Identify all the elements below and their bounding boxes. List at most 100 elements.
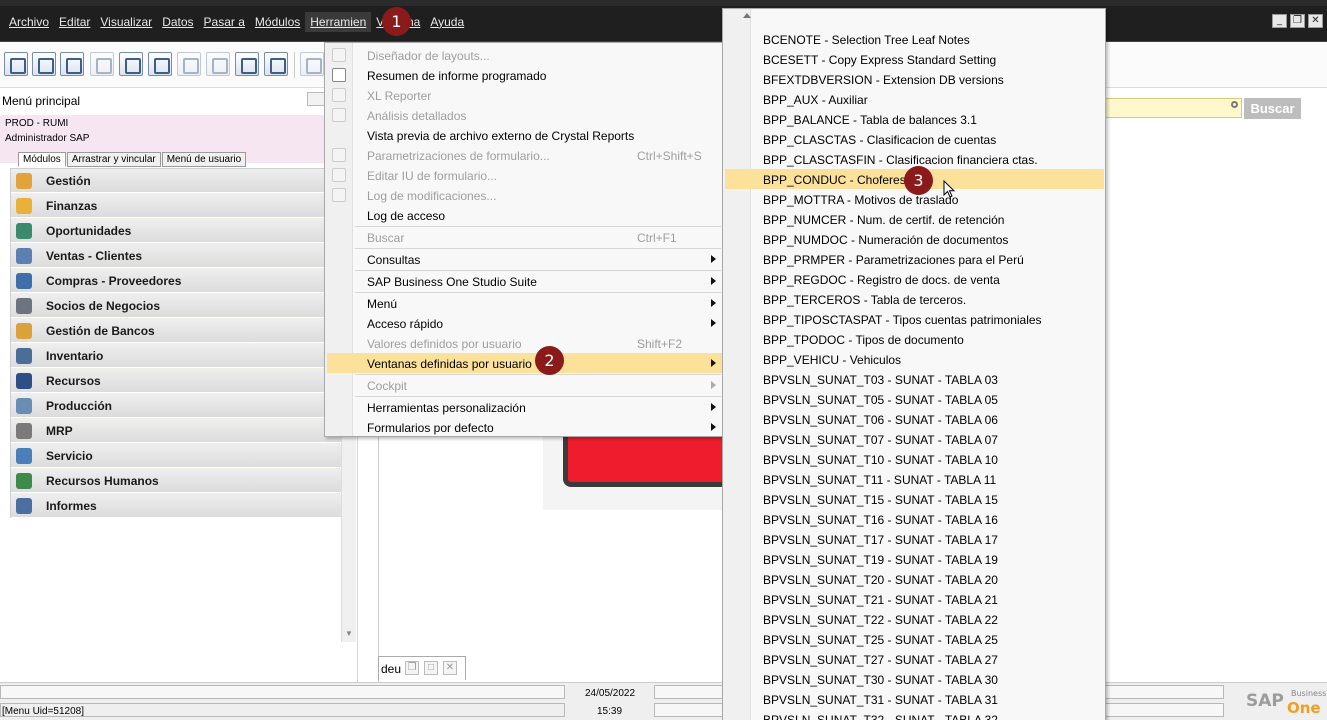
tools-menu-item[interactable]: Valores definidos por usuario Shift+F2 [327,333,722,353]
module-item[interactable]: Compras - Proveedores [11,269,341,293]
tab-drag-link[interactable]: Arrastrar y vincular [66,152,161,167]
email-icon[interactable] [60,52,84,76]
user-window-item[interactable]: BPVSLN_SUNAT_T31 - SUNAT - TABLA 31 [725,689,1104,709]
tools-menu-item[interactable]: XL Reporter [327,85,722,105]
move-icon[interactable] [235,52,259,76]
user-window-item[interactable]: BPVSLN_SUNAT_T06 - SUNAT - TABLA 06 [725,409,1104,429]
tab-user-menu[interactable]: Menú de usuario [161,152,247,167]
user-window-item[interactable]: BPVSLN_SUNAT_T03 - SUNAT - TABLA 03 [725,369,1104,389]
tools-menu-item[interactable]: Resumen de informe programado [327,65,722,85]
tools-menu-item[interactable]: Vista previa de archivo externo de Cryst… [327,125,722,145]
user-window-item[interactable]: BPP_PRMPER - Parametrizaciones para el P… [725,249,1104,269]
user-window-item[interactable]: BCENOTE - Selection Tree Leaf Notes [725,29,1104,49]
tools-menu-item[interactable]: Buscar Ctrl+F1 [327,227,722,247]
restore-icon[interactable]: ❐ [405,661,419,675]
module-item[interactable]: MRP [11,419,341,443]
print-preview-icon[interactable] [4,52,28,76]
menu-item-m-dulos[interactable]: Módulos [250,12,305,32]
tools-menu-item[interactable]: Diseñador de layouts... [327,45,722,65]
user-window-item[interactable]: BPP_CLASCTAS - Clasificacion de cuentas [725,129,1104,149]
menu-item-herramien[interactable]: Herramien [305,12,372,32]
tab-modulos[interactable]: Módulos [18,152,66,167]
module-item[interactable]: Oportunidades [11,219,341,243]
module-item[interactable]: Informes [11,494,341,518]
module-item[interactable]: Recursos [11,369,341,393]
minimize-button[interactable]: _ [1272,14,1287,28]
tools-menu-item[interactable]: Log de modificaciones... [327,185,722,205]
pdf-icon[interactable] [206,52,230,76]
menu-item-pasar-a[interactable]: Pasar a [199,12,250,32]
user-window-item[interactable]: BPP_NUMDOC - Numeración de documentos [725,229,1104,249]
excel-icon[interactable] [148,52,172,76]
lock-icon[interactable] [264,52,288,76]
status-bar: [Menu Uid=51208] 24/05/2022 15:39 SAP Bus… [0,682,1327,720]
menu-item-datos[interactable]: Datos [157,12,198,32]
scroll-down-icon[interactable]: ▼ [345,629,353,638]
module-item[interactable]: Gestión de Bancos [11,319,341,343]
user-window-item[interactable]: BPVSLN_SUNAT_T19 - SUNAT - TABLA 19 [725,549,1104,569]
search-button[interactable]: Buscar [1244,98,1301,119]
tools-menu-item[interactable]: Herramientas personalización [327,397,722,417]
module-item[interactable]: Producción [11,394,341,418]
module-item[interactable]: Inventario [11,344,341,368]
close-icon[interactable]: ✕ [443,661,457,675]
tools-menu-item[interactable]: Cockpit [327,375,722,395]
menu-item-editar[interactable]: Editar [54,12,95,32]
user-window-item[interactable]: BPP_NUMCER - Num. de certif. de retenció… [725,209,1104,229]
word-icon[interactable] [177,52,201,76]
user-window-item[interactable]: BPVSLN_SUNAT_T17 - SUNAT - TABLA 17 [725,529,1104,549]
tools-menu-item[interactable]: Análisis detallados [327,105,722,125]
user-window-item[interactable]: BPVSLN_SUNAT_T16 - SUNAT - TABLA 16 [725,509,1104,529]
user-window-item[interactable]: BPVSLN_SUNAT_T25 - SUNAT - TABLA 25 [725,629,1104,649]
user-window-item[interactable]: BPVSLN_SUNAT_T11 - SUNAT - TABLA 11 [725,469,1104,489]
search-input[interactable] [1104,98,1242,118]
tools-menu-item[interactable]: Editar IU de formulario... [327,165,722,185]
user-window-item[interactable]: BPP_TIPOSCTASPAT - Tipos cuentas patrimo… [725,309,1104,329]
module-item[interactable]: Ventas - Clientes [11,244,341,268]
window-tab[interactable]: deu ❐ □ ✕ [378,656,466,680]
user-window-item[interactable]: BPVSLN_SUNAT_T15 - SUNAT - TABLA 15 [725,489,1104,509]
print-icon[interactable] [32,52,56,76]
user-window-item[interactable]: BPVSLN_SUNAT_T30 - SUNAT - TABLA 30 [725,669,1104,689]
tools-menu-item[interactable]: SAP Business One Studio Suite [327,271,722,291]
user-window-item[interactable]: BPVSLN_SUNAT_T20 - SUNAT - TABLA 20 [725,569,1104,589]
user-window-item[interactable]: BPP_TERCEROS - Tabla de terceros. [725,289,1104,309]
user-window-item[interactable]: BPP_VEHICU - Vehiculos [725,349,1104,369]
user-window-item[interactable]: BFEXTDBVERSION - Extension DB versions [725,69,1104,89]
user-window-item[interactable]: BCESETT - Copy Express Standard Setting [725,49,1104,69]
close-button[interactable]: ✕ [1308,14,1323,28]
tools-menu-item[interactable]: Acceso rápido [327,313,722,333]
tools-menu-item[interactable]: Log de acceso [327,205,722,225]
tools-menu-item[interactable]: Parametrizaciones de formulario... Ctrl+S… [327,145,722,165]
menu-item-ayuda[interactable]: Ayuda [425,12,469,32]
fax-icon[interactable] [119,52,143,76]
user-window-item[interactable]: BPVSLN_SUNAT_T10 - SUNAT - TABLA 10 [725,449,1104,469]
module-item[interactable]: Recursos Humanos [11,469,341,493]
user-window-item[interactable]: BPP_BALANCE - Tabla de balances 3.1 [725,109,1104,129]
sms-icon[interactable] [90,52,114,76]
user-window-item[interactable]: BPVSLN_SUNAT_T22 - SUNAT - TABLA 22 [725,609,1104,629]
tools-menu-item[interactable]: Ventanas definidas por usuario [327,353,722,373]
user-window-item[interactable]: BPP_REGDOC - Registro de docs. de venta [725,269,1104,289]
user-window-item[interactable]: BPP_AUX - Auxiliar [725,89,1104,109]
scroll-up-icon[interactable] [743,13,751,18]
restore-button[interactable]: ❐ [1290,14,1305,28]
user-window-item[interactable]: BPP_TPODOC - Tipos de documento [725,329,1104,349]
module-item[interactable]: Finanzas [11,194,341,218]
panel-minimize-button[interactable] [307,92,325,106]
tools-menu-item[interactable]: Menú [327,293,722,313]
maximize-icon[interactable]: □ [424,661,438,675]
module-item[interactable]: Socios de Negocios [11,294,341,318]
find-icon[interactable] [300,52,324,76]
tools-menu-item[interactable]: Formularios por defecto [327,417,722,437]
user-window-item[interactable]: BPVSLN_SUNAT_T05 - SUNAT - TABLA 05 [725,389,1104,409]
user-window-item[interactable]: BPVSLN_SUNAT_T32 - SUNAT - TABLA 32 [725,709,1104,720]
user-window-item[interactable]: BPVSLN_SUNAT_T07 - SUNAT - TABLA 07 [725,429,1104,449]
module-item[interactable]: Servicio [11,444,341,468]
menu-item-visualizar[interactable]: Visualizar [95,12,157,32]
user-window-item[interactable]: BPVSLN_SUNAT_T27 - SUNAT - TABLA 27 [725,649,1104,669]
user-window-item[interactable]: BPVSLN_SUNAT_T21 - SUNAT - TABLA 21 [725,589,1104,609]
menu-item-archivo[interactable]: Archivo [4,12,54,32]
tools-menu-item[interactable]: Consultas [327,249,722,269]
module-item[interactable]: Gestión [11,169,341,193]
